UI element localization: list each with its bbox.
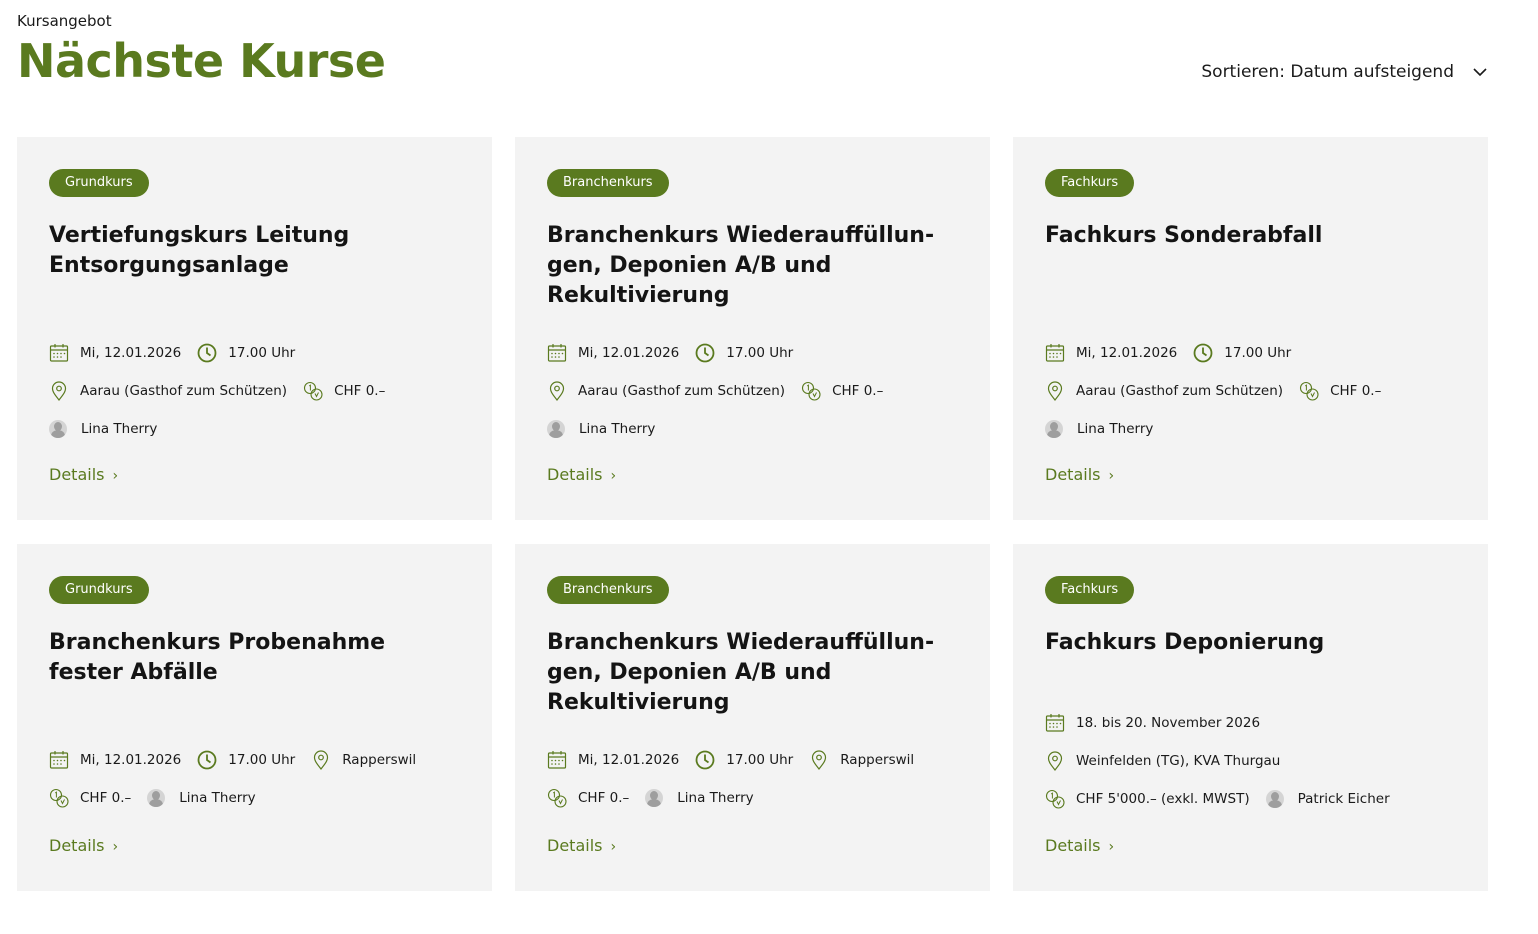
course-type-badge: Fachkurs (1045, 576, 1135, 604)
course-time: 17.00 Uhr (726, 752, 794, 768)
course-date: Mi, 12.01.2026 (578, 752, 680, 768)
clock-icon (1193, 343, 1213, 363)
course-price: CHF 0.– (80, 790, 132, 806)
details-link[interactable]: Details › (49, 836, 118, 855)
location-pin-icon (1047, 381, 1063, 401)
coins-icon (1300, 381, 1319, 401)
coins-icon (49, 788, 69, 808)
course-meta: 18. bis 20. November 2026 Weinfelden (TG… (1045, 704, 1468, 818)
sort-dropdown[interactable]: Sortieren: Datum aufsteigend (1201, 62, 1488, 82)
chevron-right-icon: › (610, 839, 617, 855)
course-title: Fachkurs Sonderabfall (1045, 223, 1323, 248)
course-price: CHF 5'000.– (exkl. MWST) (1076, 791, 1250, 807)
calendar-icon (1045, 714, 1065, 732)
course-time: 17.00 Uhr (228, 752, 296, 768)
course-location: Weinfelden (TG), KVA Thurgau (1076, 753, 1281, 769)
location-pin-icon (1047, 751, 1063, 771)
course-grid: Grundkurs Vertiefungskurs Leitung Entsor… (17, 137, 1489, 891)
course-card: Branchenkurs Branchenkurs Wiederauffüllu… (515, 137, 990, 520)
avatar (49, 420, 67, 438)
course-date: Mi, 12.01.2026 (80, 752, 182, 768)
course-title: Branchenkurs Wiederauffüllun-gen, Deponi… (547, 630, 935, 715)
course-price: CHF 0.– (578, 790, 630, 806)
calendar-icon (547, 344, 567, 362)
sort-label: Sortieren: Datum aufsteigend (1201, 62, 1454, 82)
course-title: Vertiefungskurs Leitung Entsorgungsanlag… (49, 223, 350, 278)
location-pin-icon (314, 750, 329, 770)
course-location: Rapperswil (342, 752, 417, 768)
course-location: Rapperswil (840, 752, 915, 768)
course-meta: Mi, 12.01.2026 17.00 Uhr Rapperswil CHF … (49, 741, 472, 817)
course-meta: Mi, 12.01.2026 17.00 Uhr Rapperswil CHF … (547, 741, 970, 817)
course-person: Lina Therry (179, 790, 256, 806)
eyebrow-label: Kursangebot (17, 12, 112, 30)
course-time: 17.00 Uhr (228, 345, 296, 361)
course-location: Aarau (Gasthof zum Schützen) (1076, 383, 1284, 399)
chevron-right-icon: › (1108, 839, 1115, 855)
avatar (547, 420, 565, 438)
course-person: Lina Therry (81, 421, 158, 437)
course-person: Patrick Eicher (1297, 791, 1390, 807)
course-location: Aarau (Gasthof zum Schützen) (80, 383, 288, 399)
avatar (1265, 790, 1284, 808)
course-title: Branchenkurs Probenahme fester Abfälle (49, 630, 386, 685)
coins-icon (802, 381, 821, 401)
details-link[interactable]: Details › (1045, 836, 1114, 855)
avatar (147, 789, 166, 807)
course-card: Branchenkurs Branchenkurs Wiederauffüllu… (515, 544, 990, 891)
course-meta: Mi, 12.01.2026 17.00 Uhr Aarau (Gasthof … (49, 334, 472, 448)
calendar-icon (49, 344, 69, 362)
course-person: Lina Therry (579, 421, 656, 437)
details-link[interactable]: Details › (547, 836, 616, 855)
course-card: Grundkurs Vertiefungskurs Leitung Entsor… (17, 137, 492, 520)
chevron-down-icon (1473, 68, 1487, 77)
coins-icon (304, 381, 323, 401)
course-card: Fachkurs Fachkurs Deponierung 18. bis 20… (1013, 544, 1488, 891)
avatar (1045, 420, 1063, 438)
course-meta: Mi, 12.01.2026 17.00 Uhr Aarau (Gasthof … (1045, 334, 1468, 448)
course-type-badge: Branchenkurs (547, 169, 669, 197)
course-date: Mi, 12.01.2026 (80, 345, 182, 361)
course-title: Branchenkurs Wiederauffüllun-gen, Deponi… (547, 223, 935, 308)
course-type-badge: Fachkurs (1045, 169, 1135, 197)
chevron-right-icon: › (112, 468, 119, 484)
course-date: Mi, 12.01.2026 (578, 345, 680, 361)
course-price: CHF 0.– (1330, 383, 1382, 399)
course-person: Lina Therry (677, 790, 754, 806)
course-time: 17.00 Uhr (1224, 345, 1292, 361)
course-time: 17.00 Uhr (726, 345, 794, 361)
calendar-icon (547, 751, 567, 769)
coins-icon (547, 788, 567, 808)
chevron-right-icon: › (112, 839, 119, 855)
location-pin-icon (51, 381, 67, 401)
avatar (645, 789, 664, 807)
course-price: CHF 0.– (832, 383, 884, 399)
chevron-right-icon: › (1108, 468, 1115, 484)
details-link[interactable]: Details › (1045, 465, 1114, 484)
calendar-icon (1045, 344, 1065, 362)
calendar-icon (49, 751, 69, 769)
coins-icon (1045, 789, 1065, 809)
page-title: Nächste Kurse (17, 34, 386, 88)
details-link[interactable]: Details › (49, 465, 118, 484)
course-type-badge: Branchenkurs (547, 576, 669, 604)
course-location: Aarau (Gasthof zum Schützen) (578, 383, 786, 399)
clock-icon (695, 750, 715, 770)
course-price: CHF 0.– (334, 383, 386, 399)
clock-icon (197, 750, 217, 770)
course-type-badge: Grundkurs (49, 576, 149, 604)
course-date: Mi, 12.01.2026 (1076, 345, 1178, 361)
course-type-badge: Grundkurs (49, 169, 149, 197)
course-person: Lina Therry (1077, 421, 1154, 437)
chevron-right-icon: › (610, 468, 617, 484)
location-pin-icon (812, 750, 827, 770)
course-card: Grundkurs Branchenkurs Probenahme fester… (17, 544, 492, 891)
course-date: 18. bis 20. November 2026 (1076, 715, 1261, 731)
details-link[interactable]: Details › (547, 465, 616, 484)
course-card: Fachkurs Fachkurs Sonderabfall Mi, 12.01… (1013, 137, 1488, 520)
course-meta: Mi, 12.01.2026 17.00 Uhr Aarau (Gasthof … (547, 334, 970, 448)
location-pin-icon (549, 381, 565, 401)
clock-icon (197, 343, 217, 363)
clock-icon (695, 343, 715, 363)
